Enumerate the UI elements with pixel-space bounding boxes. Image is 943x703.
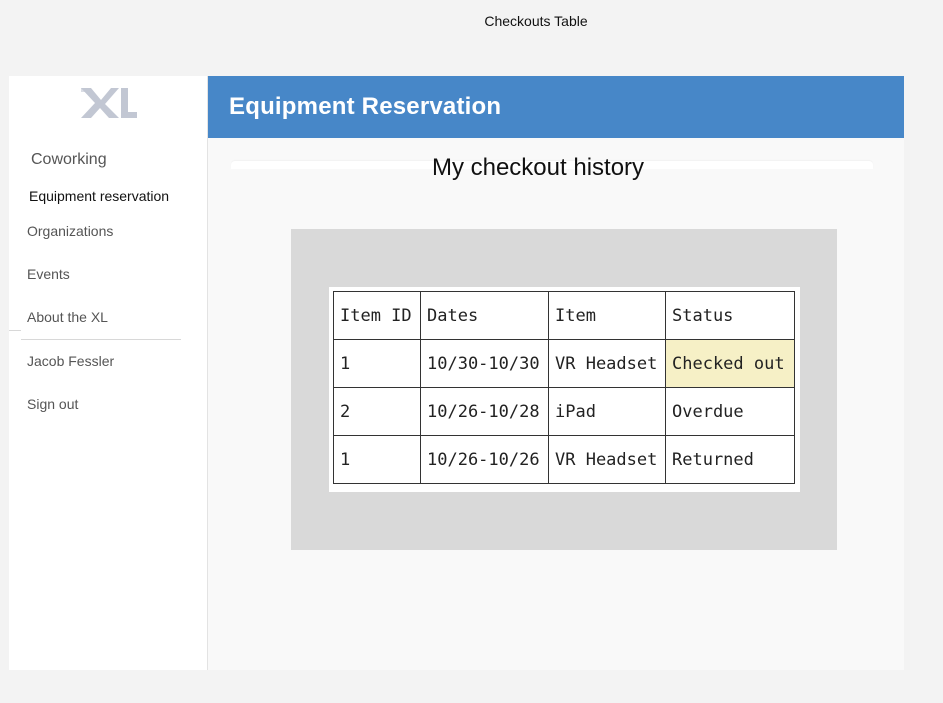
table-panel: Item ID Dates Item Status 1 10/30-10/30 …	[291, 229, 837, 550]
sidebar-item-sign-out[interactable]: Sign out	[27, 396, 78, 412]
cell-item: iPad	[548, 387, 666, 436]
sidebar-item-equipment-reservation[interactable]: Equipment reservation	[29, 188, 169, 204]
cell-status-highlighted: Checked out	[665, 339, 795, 388]
column-header-status: Status	[665, 291, 795, 340]
page-header: Equipment Reservation	[208, 76, 904, 138]
cell-item: VR Headset	[548, 339, 666, 388]
table-row[interactable]: 1 10/30-10/30 VR Headset Checked out	[333, 339, 795, 388]
cell-dates: 10/26-10/26	[420, 435, 549, 484]
column-header-item-id: Item ID	[333, 291, 421, 340]
cell-status: Overdue	[665, 387, 795, 436]
cell-status: Returned	[665, 435, 795, 484]
sidebar-item-user[interactable]: Jacob Fessler	[27, 353, 114, 369]
xl-logo-icon[interactable]: XL	[79, 86, 137, 120]
cell-dates: 10/30-10/30	[420, 339, 549, 388]
table-row[interactable]: 2 10/26-10/28 iPad Overdue	[333, 387, 795, 436]
section-title: My checkout history	[431, 154, 645, 181]
cell-item-id: 1	[333, 339, 421, 388]
sidebar-item-organizations[interactable]: Organizations	[27, 223, 113, 239]
column-header-dates: Dates	[420, 291, 549, 340]
table-header-row: Item ID Dates Item Status	[333, 291, 795, 340]
cell-item-id: 2	[333, 387, 421, 436]
divider-tick	[9, 330, 21, 331]
column-header-item: Item	[548, 291, 666, 340]
sidebar-divider	[21, 339, 181, 340]
cell-item: VR Headset	[548, 435, 666, 484]
canvas-title: Checkouts Table	[484, 13, 588, 29]
checkouts-table: Item ID Dates Item Status 1 10/30-10/30 …	[333, 291, 795, 484]
cell-dates: 10/26-10/28	[420, 387, 549, 436]
cell-item-id: 1	[333, 435, 421, 484]
sidebar: XL Coworking Equipment reservation Organ…	[9, 76, 208, 670]
table-row[interactable]: 1 10/26-10/26 VR Headset Returned	[333, 435, 795, 484]
sidebar-item-about[interactable]: About the XL	[27, 309, 108, 325]
page-title: Equipment Reservation	[229, 93, 502, 120]
checkouts-table-container: Item ID Dates Item Status 1 10/30-10/30 …	[329, 287, 800, 492]
sidebar-item-coworking[interactable]: Coworking	[31, 151, 107, 169]
app-frame: XL Coworking Equipment reservation Organ…	[9, 76, 904, 670]
sidebar-item-events[interactable]: Events	[27, 266, 70, 282]
